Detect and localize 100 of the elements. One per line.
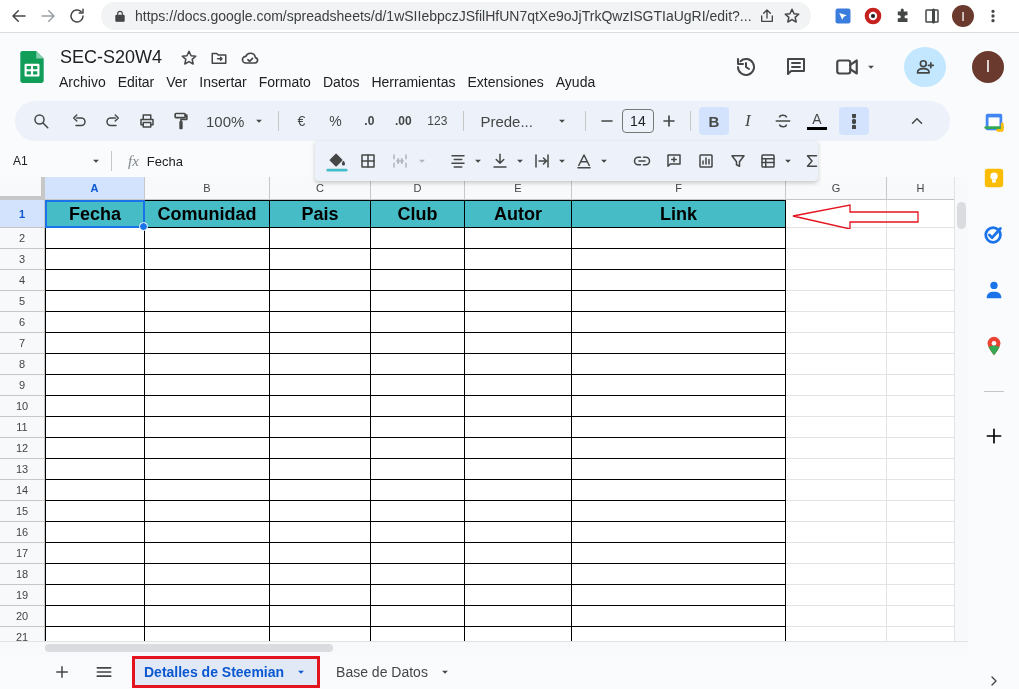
formula-value[interactable]: Fecha: [146, 153, 183, 169]
menu-item[interactable]: Datos: [316, 72, 366, 92]
table-cell[interactable]: [371, 501, 465, 522]
table-cell[interactable]: [371, 291, 465, 312]
table-cell[interactable]: [45, 459, 145, 480]
table-cell[interactable]: [572, 438, 786, 459]
sheets-logo-icon[interactable]: [20, 49, 44, 84]
table-cell[interactable]: [572, 375, 786, 396]
table-cell[interactable]: [270, 438, 371, 459]
table-cell[interactable]: [145, 522, 270, 543]
table-cell[interactable]: [465, 501, 572, 522]
table-cell[interactable]: [465, 354, 572, 375]
table-cell[interactable]: [465, 480, 572, 501]
table-cell[interactable]: [270, 564, 371, 585]
table-cell[interactable]: [465, 564, 572, 585]
menu-item[interactable]: Editar: [111, 72, 161, 92]
row-header[interactable]: 2: [0, 228, 45, 249]
document-title[interactable]: SEC-S20W4: [60, 47, 163, 68]
table-cell[interactable]: [270, 396, 371, 417]
table-cell[interactable]: [371, 396, 465, 417]
table-cell[interactable]: [145, 312, 270, 333]
table-cell[interactable]: [145, 291, 270, 312]
table-cell[interactable]: [270, 270, 371, 291]
table-cell[interactable]: Link: [572, 200, 786, 228]
table-cell[interactable]: [465, 375, 572, 396]
table-cell[interactable]: [270, 312, 371, 333]
table-cell[interactable]: [465, 417, 572, 438]
table-cell[interactable]: [572, 543, 786, 564]
menu-item[interactable]: Archivo: [53, 72, 112, 92]
table-cell[interactable]: [465, 249, 572, 270]
share-button[interactable]: [904, 46, 946, 87]
format-button[interactable]: .0: [355, 107, 384, 135]
table-cell[interactable]: [371, 312, 465, 333]
table-cell[interactable]: [145, 375, 270, 396]
column-header[interactable]: C: [270, 177, 371, 200]
table-cell[interactable]: [572, 585, 786, 606]
row-header[interactable]: 15: [0, 501, 45, 522]
table-cell[interactable]: [145, 501, 270, 522]
table-cell[interactable]: [45, 417, 145, 438]
table-cell[interactable]: [465, 543, 572, 564]
table-cell[interactable]: [371, 606, 465, 627]
table-cell[interactable]: [145, 480, 270, 501]
menu-item[interactable]: Ver: [160, 72, 194, 92]
table-cell[interactable]: [371, 417, 465, 438]
table-cell[interactable]: [572, 249, 786, 270]
format-button[interactable]: €: [287, 107, 316, 135]
table-cell[interactable]: [45, 396, 145, 417]
table-cell[interactable]: [45, 501, 145, 522]
table-cell[interactable]: [145, 585, 270, 606]
table-cell[interactable]: [371, 354, 465, 375]
format-button[interactable]: .00: [389, 107, 418, 135]
table-cell[interactable]: [45, 480, 145, 501]
table-cell[interactable]: [371, 585, 465, 606]
table-cell[interactable]: [145, 228, 270, 249]
table-cell[interactable]: [145, 438, 270, 459]
table-cell[interactable]: [465, 585, 572, 606]
table-cell[interactable]: [270, 480, 371, 501]
menu-item[interactable]: Insertar: [193, 72, 253, 92]
row-header[interactable]: 6: [0, 312, 45, 333]
menu-item[interactable]: Ayuda: [549, 72, 602, 92]
table-cell[interactable]: [572, 354, 786, 375]
table-cell[interactable]: [45, 312, 145, 333]
row-header[interactable]: 18: [0, 564, 45, 585]
text-style-button[interactable]: I: [732, 107, 763, 135]
row-header[interactable]: 11: [0, 417, 45, 438]
table-cell[interactable]: [145, 354, 270, 375]
row-header[interactable]: 9: [0, 375, 45, 396]
table-cell[interactable]: [371, 564, 465, 585]
table-cell[interactable]: [371, 249, 465, 270]
table-cell[interactable]: [45, 564, 145, 585]
table-cell[interactable]: [465, 228, 572, 249]
calendar-icon[interactable]: [982, 111, 1005, 133]
table-cell[interactable]: [465, 438, 572, 459]
table-cell[interactable]: [270, 501, 371, 522]
table-cell[interactable]: [572, 522, 786, 543]
row-header[interactable]: 12: [0, 438, 45, 459]
table-cell[interactable]: [465, 270, 572, 291]
row-header[interactable]: 1: [0, 200, 45, 228]
share-icon[interactable]: [759, 8, 775, 24]
table-cell[interactable]: [371, 270, 465, 291]
table-cell[interactable]: Comunidad: [145, 200, 270, 228]
column-header[interactable]: G: [786, 177, 887, 200]
table-cell[interactable]: [465, 312, 572, 333]
table-cell[interactable]: Club: [371, 200, 465, 228]
table-cell[interactable]: [572, 291, 786, 312]
table-cell[interactable]: [371, 543, 465, 564]
row-header[interactable]: 13: [0, 459, 45, 480]
row-header[interactable]: 5: [0, 291, 45, 312]
table-cell[interactable]: [572, 480, 786, 501]
table-cell[interactable]: [145, 606, 270, 627]
table-cell[interactable]: [45, 228, 145, 249]
table-cell[interactable]: Fecha: [45, 200, 145, 228]
table-cell[interactable]: [465, 606, 572, 627]
table-cell[interactable]: [270, 291, 371, 312]
name-box[interactable]: A1: [13, 154, 28, 168]
text-style-button[interactable]: B: [698, 107, 729, 135]
row-header[interactable]: 17: [0, 543, 45, 564]
table-cell[interactable]: [465, 291, 572, 312]
menu-item[interactable]: Extensiones: [461, 72, 550, 92]
sheet-tab[interactable]: Detalles de Steemian: [132, 656, 321, 688]
